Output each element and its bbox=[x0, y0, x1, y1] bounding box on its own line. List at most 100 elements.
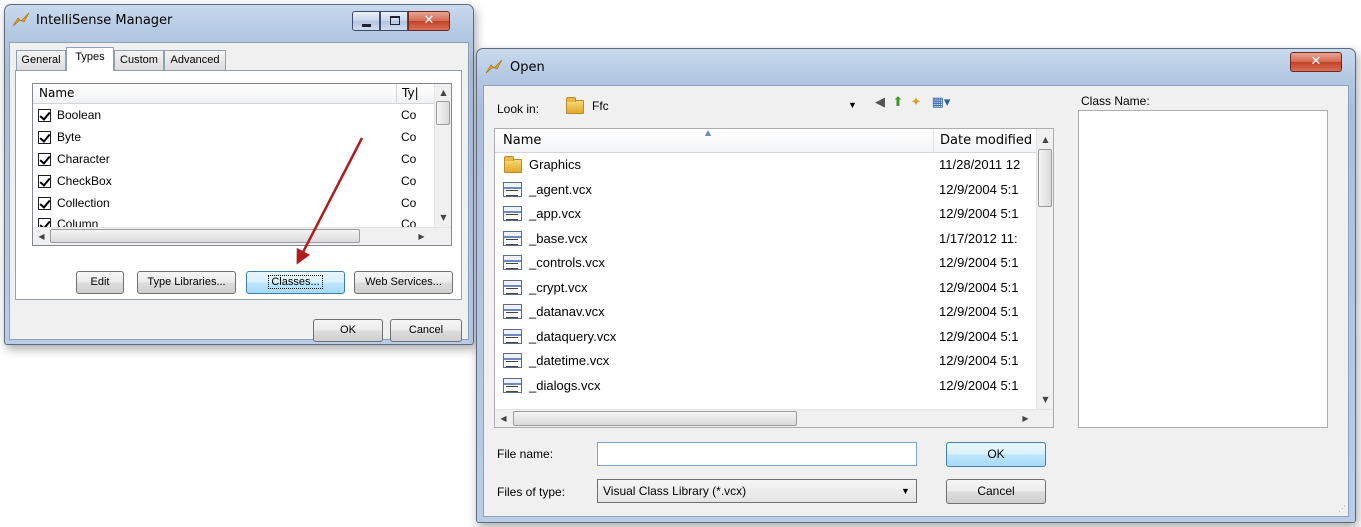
file-list-header: Name ▲ Date modified bbox=[495, 128, 1053, 153]
list-item[interactable]: _dialogs.vcx 12/9/2004 5:1 bbox=[495, 374, 1037, 399]
open-ok-button[interactable]: OK bbox=[946, 442, 1046, 467]
file-rows: Graphics 11/28/2011 12 _agent.vcx 12/9/2… bbox=[495, 153, 1037, 409]
open-client-area: Look in: Ffc ▼ ◀ ⬆ ✦ ▦▾ Name ▲ Date modi… bbox=[483, 85, 1349, 517]
list-item[interactable]: _controls.vcx 12/9/2004 5:1 bbox=[495, 251, 1037, 276]
close-button[interactable]: ✕ bbox=[1290, 52, 1342, 72]
list-item[interactable]: _dataquery.vcx 12/9/2004 5:1 bbox=[495, 325, 1037, 350]
scroll-right-arrow-icon[interactable]: ▶ bbox=[413, 228, 430, 245]
column-header-type[interactable]: Ty| bbox=[402, 86, 419, 100]
class-name-label: Class Name: bbox=[1081, 94, 1150, 108]
scroll-right-arrow-icon[interactable]: ▶ bbox=[1017, 410, 1034, 427]
close-button[interactable]: ✕ bbox=[408, 11, 450, 31]
resize-grip-icon[interactable]: ⋰ bbox=[1336, 504, 1346, 514]
checkbox-checked[interactable] bbox=[38, 175, 51, 188]
files-of-type-label: Files of type: bbox=[497, 485, 566, 499]
types-tab-page: Name Ty| Boolean Co Byte Co Character Co… bbox=[15, 70, 462, 300]
list-item[interactable]: _datetime.vcx 12/9/2004 5:1 bbox=[495, 349, 1037, 374]
file-list-vertical-scrollbar[interactable]: ▲ ▼ bbox=[1036, 129, 1053, 409]
type-kind: Co bbox=[401, 196, 417, 210]
maximize-button[interactable] bbox=[380, 11, 408, 31]
list-item[interactable]: _crypt.vcx 12/9/2004 5:1 bbox=[495, 276, 1037, 301]
types-listview[interactable]: Name Ty| Boolean Co Byte Co Character Co… bbox=[32, 83, 452, 246]
file-name: _datanav.vcx bbox=[529, 304, 605, 319]
list-item[interactable]: _base.vcx 1/17/2012 11: bbox=[495, 227, 1037, 252]
ok-button[interactable]: OK bbox=[313, 319, 383, 342]
maximize-icon bbox=[390, 16, 400, 25]
file-date: 12/9/2004 5:1 bbox=[939, 206, 1019, 221]
vcx-file-icon bbox=[503, 255, 522, 270]
list-item[interactable]: _datanav.vcx 12/9/2004 5:1 bbox=[495, 300, 1037, 325]
file-date: 12/9/2004 5:1 bbox=[939, 353, 1019, 368]
files-of-type-value: Visual Class Library (*.vcx) bbox=[603, 484, 747, 498]
checkbox-checked[interactable] bbox=[38, 197, 51, 210]
scroll-left-arrow-icon[interactable]: ◀ bbox=[495, 410, 512, 427]
types-horizontal-scrollbar[interactable]: ◀ ▶ bbox=[33, 227, 451, 245]
type-kind: Co bbox=[401, 174, 417, 188]
close-icon: ✕ bbox=[1310, 54, 1322, 69]
vcx-file-icon bbox=[503, 206, 522, 221]
open-title: Open bbox=[510, 60, 545, 75]
types-vertical-scrollbar[interactable]: ▲ ▼ bbox=[434, 84, 451, 227]
type-kind: Co bbox=[401, 130, 417, 144]
sort-ascending-icon: ▲ bbox=[705, 128, 712, 137]
tab-advanced[interactable]: Advanced bbox=[164, 50, 226, 70]
file-date: 12/9/2004 5:1 bbox=[939, 255, 1019, 270]
type-name: Boolean bbox=[57, 108, 102, 122]
open-cancel-button[interactable]: Cancel bbox=[946, 479, 1046, 504]
vcx-file-icon bbox=[503, 377, 522, 393]
vcx-file-icon bbox=[503, 279, 522, 295]
back-icon[interactable]: ◀ bbox=[872, 95, 888, 111]
intellisense-titlebar[interactable]: IntelliSense Manager ✕ bbox=[5, 5, 473, 35]
new-folder-icon[interactable]: ✦ bbox=[908, 95, 924, 111]
scroll-left-arrow-icon[interactable]: ◀ bbox=[33, 228, 50, 245]
tab-custom[interactable]: Custom bbox=[114, 50, 164, 70]
look-in-value: Ffc bbox=[592, 99, 609, 113]
folder-icon bbox=[566, 97, 584, 114]
scroll-up-arrow-icon[interactable]: ▲ bbox=[1037, 131, 1054, 148]
files-of-type-combo[interactable]: Visual Class Library (*.vcx) ▼ bbox=[597, 479, 917, 503]
vcx-file-icon bbox=[503, 181, 522, 197]
minimize-button[interactable] bbox=[352, 11, 380, 31]
types-listview-header: Name Ty| bbox=[33, 84, 451, 104]
file-name-input[interactable] bbox=[597, 442, 917, 466]
checkbox-checked[interactable] bbox=[38, 131, 51, 144]
horizontal-scroll-thumb[interactable] bbox=[513, 411, 797, 426]
scroll-down-arrow-icon[interactable]: ▼ bbox=[1037, 391, 1054, 408]
file-date: 11/28/2011 12 bbox=[939, 157, 1021, 172]
file-name: _datetime.vcx bbox=[529, 353, 610, 368]
intellisense-client-area: General Types Custom Advanced Name Ty| B… bbox=[9, 42, 469, 342]
list-item[interactable]: Boolean Co bbox=[33, 105, 433, 126]
scroll-down-arrow-icon[interactable]: ▼ bbox=[435, 209, 452, 226]
list-item[interactable]: _agent.vcx 12/9/2004 5:1 bbox=[495, 178, 1037, 203]
file-list-horizontal-scrollbar[interactable]: ◀ ▶ bbox=[495, 409, 1053, 427]
chevron-down-icon[interactable]: ▼ bbox=[848, 95, 857, 115]
class-name-list[interactable] bbox=[1078, 110, 1328, 428]
look-in-combo[interactable]: Ffc ▼ bbox=[562, 95, 862, 117]
tab-general[interactable]: General bbox=[16, 50, 66, 70]
open-titlebar[interactable]: Open ✕ bbox=[477, 49, 1355, 79]
vertical-scroll-thumb[interactable] bbox=[436, 101, 450, 125]
type-libraries-button[interactable]: Type Libraries... bbox=[137, 271, 236, 294]
column-header-date[interactable]: Date modified bbox=[940, 133, 1040, 148]
list-item[interactable]: Graphics 11/28/2011 12 bbox=[495, 153, 1037, 178]
vertical-scroll-thumb[interactable] bbox=[1038, 149, 1052, 207]
column-header-name[interactable]: Name bbox=[39, 86, 74, 100]
type-name: Collection bbox=[57, 196, 110, 210]
checkbox-checked[interactable] bbox=[38, 153, 51, 166]
file-date: 12/9/2004 5:1 bbox=[939, 181, 1019, 197]
minimize-icon bbox=[362, 24, 371, 27]
intellisense-manager-window: IntelliSense Manager ✕ General Types Cus… bbox=[4, 4, 474, 345]
checkbox-checked[interactable] bbox=[38, 109, 51, 122]
open-dialog-window: Open ✕ Look in: Ffc ▼ ◀ ⬆ ✦ ▦▾ Name ▲ Da… bbox=[476, 48, 1356, 523]
cancel-button[interactable]: Cancel bbox=[390, 319, 462, 342]
view-menu-icon[interactable]: ▦▾ bbox=[928, 95, 954, 111]
file-name: _controls.vcx bbox=[529, 255, 605, 270]
column-header-name[interactable]: Name bbox=[503, 133, 541, 148]
scroll-up-arrow-icon[interactable]: ▲ bbox=[435, 84, 452, 101]
chevron-down-icon[interactable]: ▼ bbox=[901, 480, 910, 502]
tab-types[interactable]: Types bbox=[66, 47, 114, 71]
edit-button[interactable]: Edit bbox=[76, 271, 124, 294]
file-list[interactable]: Name ▲ Date modified Graphics 11/28/2011… bbox=[494, 128, 1054, 428]
list-item[interactable]: _app.vcx 12/9/2004 5:1 bbox=[495, 202, 1037, 227]
up-folder-icon[interactable]: ⬆ bbox=[890, 95, 906, 111]
